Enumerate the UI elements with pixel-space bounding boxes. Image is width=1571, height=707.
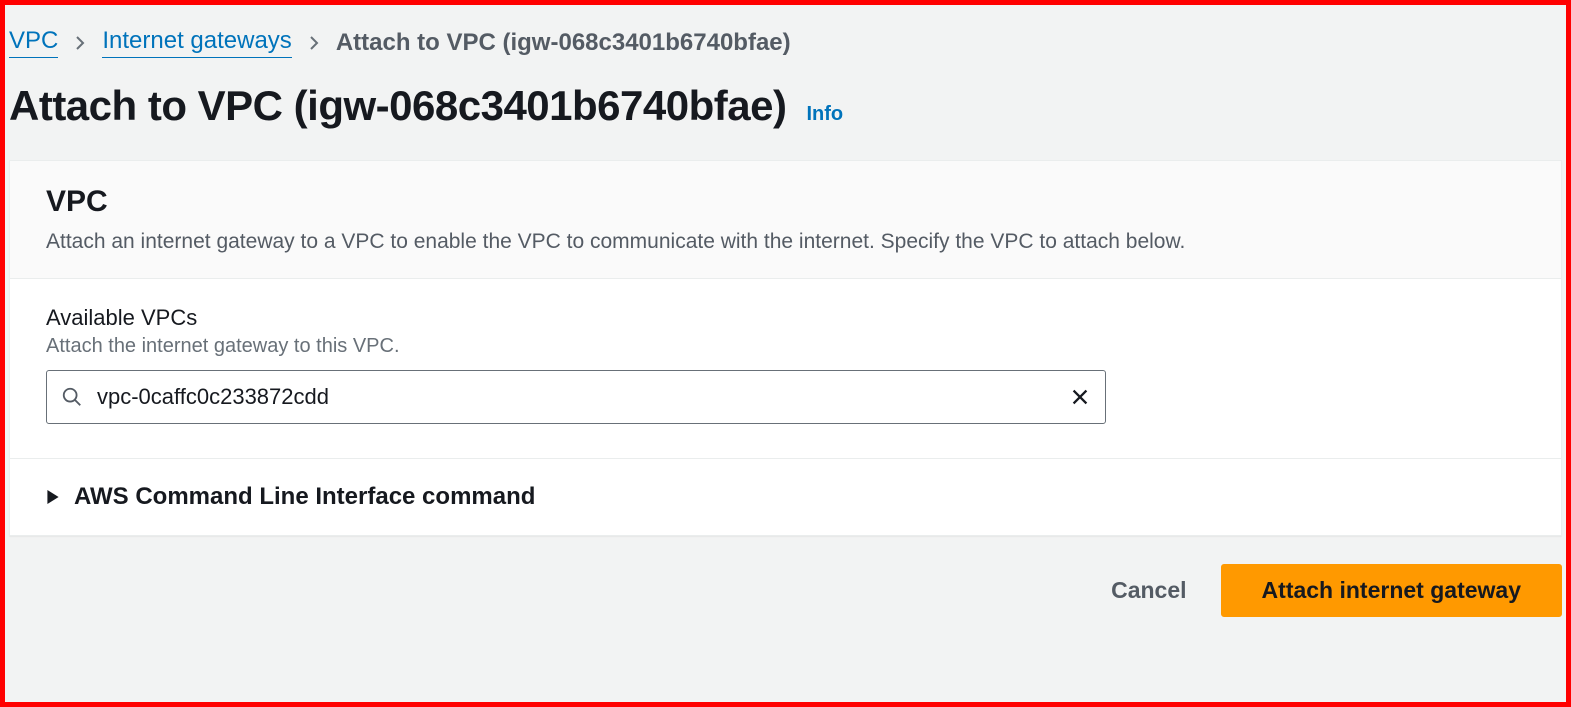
- footer-actions: Cancel Attach internet gateway: [5, 536, 1566, 617]
- vpc-search-input[interactable]: [97, 384, 1059, 410]
- clear-icon[interactable]: [1069, 386, 1091, 408]
- page-title-row: Attach to VPC (igw-068c3401b6740bfae) In…: [5, 68, 1566, 160]
- vpc-search-box[interactable]: [46, 370, 1106, 424]
- panel-header: VPC Attach an internet gateway to a VPC …: [10, 161, 1561, 279]
- info-link[interactable]: Info: [806, 103, 843, 126]
- breadcrumb: VPC Internet gateways Attach to VPC (igw…: [5, 27, 1566, 68]
- chevron-right-icon: [72, 35, 88, 51]
- vpc-panel: VPC Attach an internet gateway to a VPC …: [9, 160, 1562, 536]
- cancel-button[interactable]: Cancel: [1105, 567, 1192, 614]
- caret-right-icon: [46, 490, 60, 504]
- page-title: Attach to VPC (igw-068c3401b6740bfae): [9, 82, 786, 130]
- breadcrumb-link-internet-gateways[interactable]: Internet gateways: [102, 27, 291, 58]
- available-vpcs-hint: Attach the internet gateway to this VPC.: [46, 335, 1525, 358]
- panel-title: VPC: [46, 185, 1525, 219]
- panel-body: Available VPCs Attach the internet gatew…: [10, 279, 1561, 459]
- cli-toggle[interactable]: AWS Command Line Interface command: [10, 459, 1561, 535]
- breadcrumb-link-vpc[interactable]: VPC: [9, 27, 58, 58]
- chevron-right-icon: [306, 35, 322, 51]
- attach-internet-gateway-button[interactable]: Attach internet gateway: [1221, 564, 1562, 617]
- breadcrumb-current: Attach to VPC (igw-068c3401b6740bfae): [336, 29, 791, 57]
- search-icon: [61, 386, 83, 408]
- panel-description: Attach an internet gateway to a VPC to e…: [46, 227, 1525, 256]
- cli-toggle-label: AWS Command Line Interface command: [74, 483, 535, 511]
- page-frame: VPC Internet gateways Attach to VPC (igw…: [0, 0, 1571, 707]
- content-wrap: VPC Internet gateways Attach to VPC (igw…: [5, 5, 1566, 617]
- available-vpcs-label: Available VPCs: [46, 305, 1525, 331]
